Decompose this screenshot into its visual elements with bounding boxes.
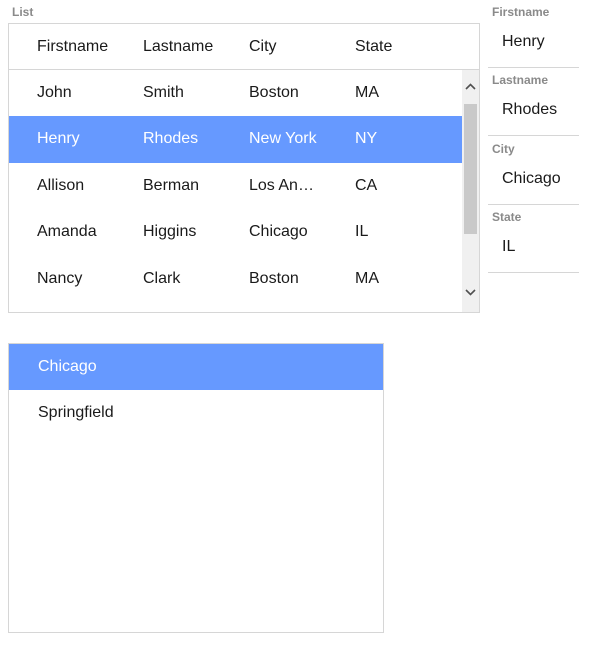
cell-state: MA	[355, 269, 379, 287]
state-value[interactable]: IL	[502, 238, 515, 256]
list-item[interactable]: Springfield	[9, 390, 383, 436]
cell-firstname: Nancy	[37, 269, 83, 287]
chevron-up-icon[interactable]	[462, 78, 479, 98]
cell-city: Los Angeles	[249, 176, 327, 194]
cell-state: MA	[355, 84, 379, 101]
field-underline	[488, 272, 579, 273]
list-label: List	[12, 5, 34, 19]
cell-state: IL	[355, 223, 369, 241]
cell-city: Chicago	[249, 223, 308, 241]
firstname-label: Firstname	[492, 5, 550, 19]
table-row[interactable]: Allison Berman Los Angeles CA	[9, 163, 462, 209]
cell-firstname: Amanda	[37, 223, 97, 241]
state-label: State	[492, 210, 522, 224]
person-grid[interactable]: Firstname Lastname City State John Smith…	[8, 23, 480, 313]
cell-lastname: Berman	[143, 176, 200, 194]
lastname-value[interactable]: Rhodes	[502, 101, 557, 119]
firstname-value[interactable]: Henry	[502, 33, 545, 51]
city-label: City	[492, 142, 515, 156]
city-value[interactable]: Chicago	[502, 170, 561, 188]
table-row[interactable]: Henry Rhodes New York NY	[9, 116, 462, 163]
column-header-state[interactable]: State	[327, 24, 433, 69]
scrollbar-thumb[interactable]	[464, 104, 477, 234]
state-field[interactable]: State IL	[488, 205, 579, 273]
cell-city: Boston	[249, 84, 299, 101]
chevron-down-icon[interactable]	[462, 284, 479, 304]
column-header-firstname[interactable]: Firstname	[9, 24, 115, 69]
cell-lastname: Clark	[143, 269, 181, 287]
column-header-city[interactable]: City	[221, 24, 327, 69]
cell-firstname: John	[37, 84, 72, 101]
cell-city: New York	[249, 130, 317, 148]
cell-state: CA	[355, 176, 378, 194]
cell-city: Boston	[249, 269, 299, 287]
cell-firstname: Henry	[37, 130, 80, 148]
table-row[interactable]: Amanda Higgins Chicago IL	[9, 209, 462, 255]
grid-body: John Smith Boston MA Henry Rhodes New Yo…	[9, 70, 462, 312]
cell-firstname: Allison	[37, 176, 85, 194]
cell-state: NY	[355, 130, 378, 148]
field-underline	[488, 135, 579, 136]
list-item[interactable]: Chicago	[9, 344, 383, 390]
column-header-lastname[interactable]: Lastname	[115, 24, 221, 69]
lastname-label: Lastname	[492, 73, 549, 87]
lastname-field[interactable]: Lastname Rhodes	[488, 68, 579, 136]
grid-header: Firstname Lastname City State	[9, 24, 479, 70]
cell-lastname: Higgins	[143, 223, 197, 241]
table-row[interactable]: John Smith Boston MA	[9, 70, 462, 116]
cell-lastname: Smith	[143, 84, 184, 101]
cell-lastname: Rhodes	[143, 130, 199, 148]
table-row[interactable]: Nancy Clark Boston MA	[9, 256, 462, 302]
city-listbox[interactable]: Chicago Springfield	[8, 343, 384, 633]
city-field[interactable]: City Chicago	[488, 137, 579, 205]
app-root: List Firstname Lastname City State John …	[0, 0, 593, 647]
vertical-scrollbar[interactable]	[462, 70, 479, 312]
firstname-field[interactable]: Firstname Henry	[488, 0, 579, 68]
